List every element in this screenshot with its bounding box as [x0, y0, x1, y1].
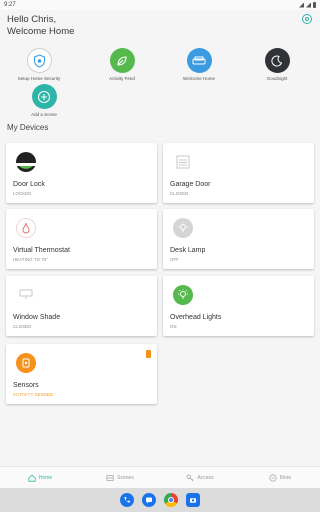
messages-app-icon[interactable]: [142, 493, 156, 507]
nav-more[interactable]: More: [240, 467, 320, 488]
scene-welcome-home[interactable]: Welcome Home: [167, 48, 231, 81]
camera-app-icon[interactable]: [186, 493, 200, 507]
scene-add[interactable]: Add a Scene: [12, 84, 76, 117]
scene-goodnight[interactable]: Goodnight: [245, 48, 309, 81]
device-status: CLOSED: [13, 324, 32, 329]
sensor-icon: [16, 353, 36, 373]
device-card-window-shade[interactable]: Window Shade CLOSED: [6, 276, 157, 336]
device-status: OFF: [170, 257, 179, 262]
scene-label: Welcome Home: [183, 76, 215, 81]
scene-label: Setup Home Security: [17, 76, 61, 81]
nav-label: Home: [38, 474, 53, 481]
scene-label: Goodnight: [266, 76, 288, 81]
scene-activity-feed[interactable]: Activity Feed: [90, 48, 154, 81]
nav-label: Access: [197, 474, 214, 481]
scenes-row: Setup Home Security Activity Feed Welcom…: [0, 46, 320, 122]
scene-label: Activity Feed: [109, 76, 135, 81]
scene-setup-home-security[interactable]: Setup Home Security: [7, 48, 71, 81]
key-icon: [187, 474, 194, 481]
system-app-bar: [0, 488, 320, 512]
shield-icon: [26, 48, 52, 73]
thermostat-icon: [16, 218, 36, 238]
greeting-line1: Hello Chris,: [7, 14, 57, 25]
device-name: Desk Lamp: [170, 247, 206, 254]
device-card-overhead-lights[interactable]: Overhead Lights ON: [163, 276, 314, 336]
device-card-virtual-thermostat[interactable]: Virtual Thermostat HEATING TO 70°: [6, 209, 157, 269]
device-status: LOCKED: [13, 191, 32, 196]
lamp-icon: [173, 218, 193, 238]
greeting-line2: Welcome Home: [7, 26, 75, 37]
device-name: Virtual Thermostat: [13, 247, 70, 254]
my-devices-title: My Devices: [7, 123, 49, 132]
light-icon: [173, 285, 193, 305]
profile-icon[interactable]: [302, 14, 312, 24]
header: Hello Chris, Welcome Home: [0, 12, 320, 42]
device-status: CLOSED: [170, 191, 189, 196]
device-card-desk-lamp[interactable]: Desk Lamp OFF: [163, 209, 314, 269]
scene-label: Add a Scene: [31, 112, 57, 117]
lock-icon: [16, 152, 36, 172]
plus-icon: [31, 84, 57, 109]
device-name: Overhead Lights: [170, 314, 222, 321]
device-name: Sensors: [13, 382, 39, 389]
device-name: Door Lock: [13, 181, 45, 188]
leaf-icon: [109, 48, 135, 73]
device-card-garage-door[interactable]: Garage Door CLOSED: [163, 143, 314, 203]
greeting: Hello Chris, Welcome Home: [7, 14, 74, 38]
phone-app-icon[interactable]: [120, 493, 134, 507]
device-status: ACTIVITY SENSED: [13, 392, 54, 397]
shade-icon: [16, 285, 36, 305]
device-name: Garage Door: [170, 181, 211, 188]
battery-icon: [313, 2, 316, 8]
device-card-door-lock[interactable]: Door Lock LOCKED: [6, 143, 157, 203]
status-bar: 9:27: [0, 0, 320, 10]
bottom-nav: Home Scenes Access More: [0, 466, 320, 488]
battery-alert-icon: [146, 350, 151, 358]
nav-label: More: [279, 474, 292, 481]
device-name: Window Shade: [13, 314, 61, 321]
garage-icon: [173, 152, 193, 172]
device-status: HEATING TO 70°: [13, 257, 49, 262]
moon-icon: [264, 48, 290, 73]
signal-icon: [306, 2, 311, 8]
device-card-sensors[interactable]: Sensors ACTIVITY SENSED: [6, 344, 157, 404]
status-time: 9:27: [4, 2, 16, 8]
sofa-icon: [186, 48, 212, 73]
nav-access[interactable]: Access: [160, 467, 240, 488]
chrome-app-icon[interactable]: [164, 493, 178, 507]
more-icon: [269, 473, 277, 482]
nav-scenes[interactable]: Scenes: [80, 467, 160, 488]
home-icon: [28, 474, 36, 482]
device-status: ON: [170, 324, 177, 329]
nav-home[interactable]: Home: [0, 467, 80, 488]
scenes-icon: [106, 474, 114, 481]
wifi-icon: [299, 2, 304, 8]
nav-label: Scenes: [117, 474, 134, 481]
